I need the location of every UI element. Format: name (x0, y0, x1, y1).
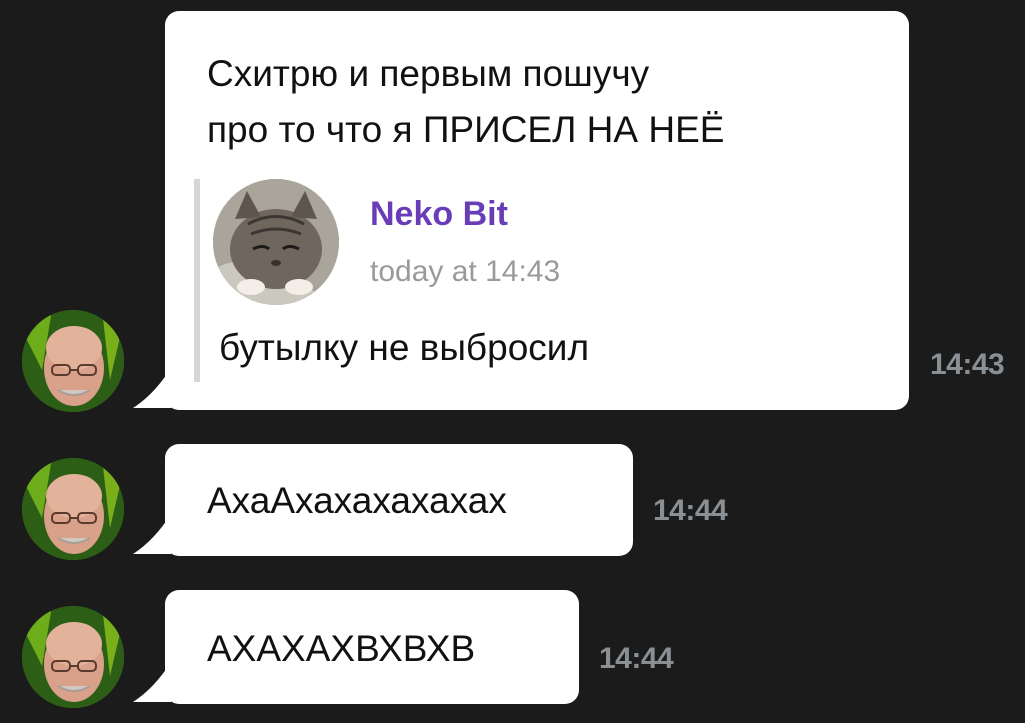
reply-text: бутылку не выбросил (219, 327, 590, 368)
message-bubble[interactable]: АхаАхахахахахах (165, 444, 633, 556)
cat-photo-avatar[interactable] (213, 179, 339, 305)
reply-quote-bar (194, 179, 200, 382)
sender-avatar[interactable] (22, 606, 124, 708)
message-text-line: про то что я ПРИСЕЛ НА НЕЁ (207, 109, 725, 150)
message-text: АХАХАХВХВХВ (207, 628, 476, 669)
message-text-line: Схитрю и первым пошучу (207, 53, 650, 94)
sender-avatar[interactable] (22, 310, 124, 412)
message-bubble[interactable]: Схитрю и первым пошучу про то что я ПРИС… (165, 11, 909, 410)
chat-history: Схитрю и первым пошучу про то что я ПРИС… (0, 0, 1025, 723)
message-bubble[interactable]: АХАХАХВХВХВ (165, 590, 579, 704)
reply-timestamp: today at 14:43 (370, 255, 561, 288)
sender-avatar[interactable] (22, 458, 124, 560)
message-timestamp: 14:43 (930, 348, 1005, 381)
message-text: АхаАхахахахахах (207, 480, 507, 521)
message-timestamp: 14:44 (599, 642, 674, 675)
reply-author-name[interactable]: Neko Bit (370, 195, 508, 234)
message-timestamp: 14:44 (653, 494, 728, 527)
